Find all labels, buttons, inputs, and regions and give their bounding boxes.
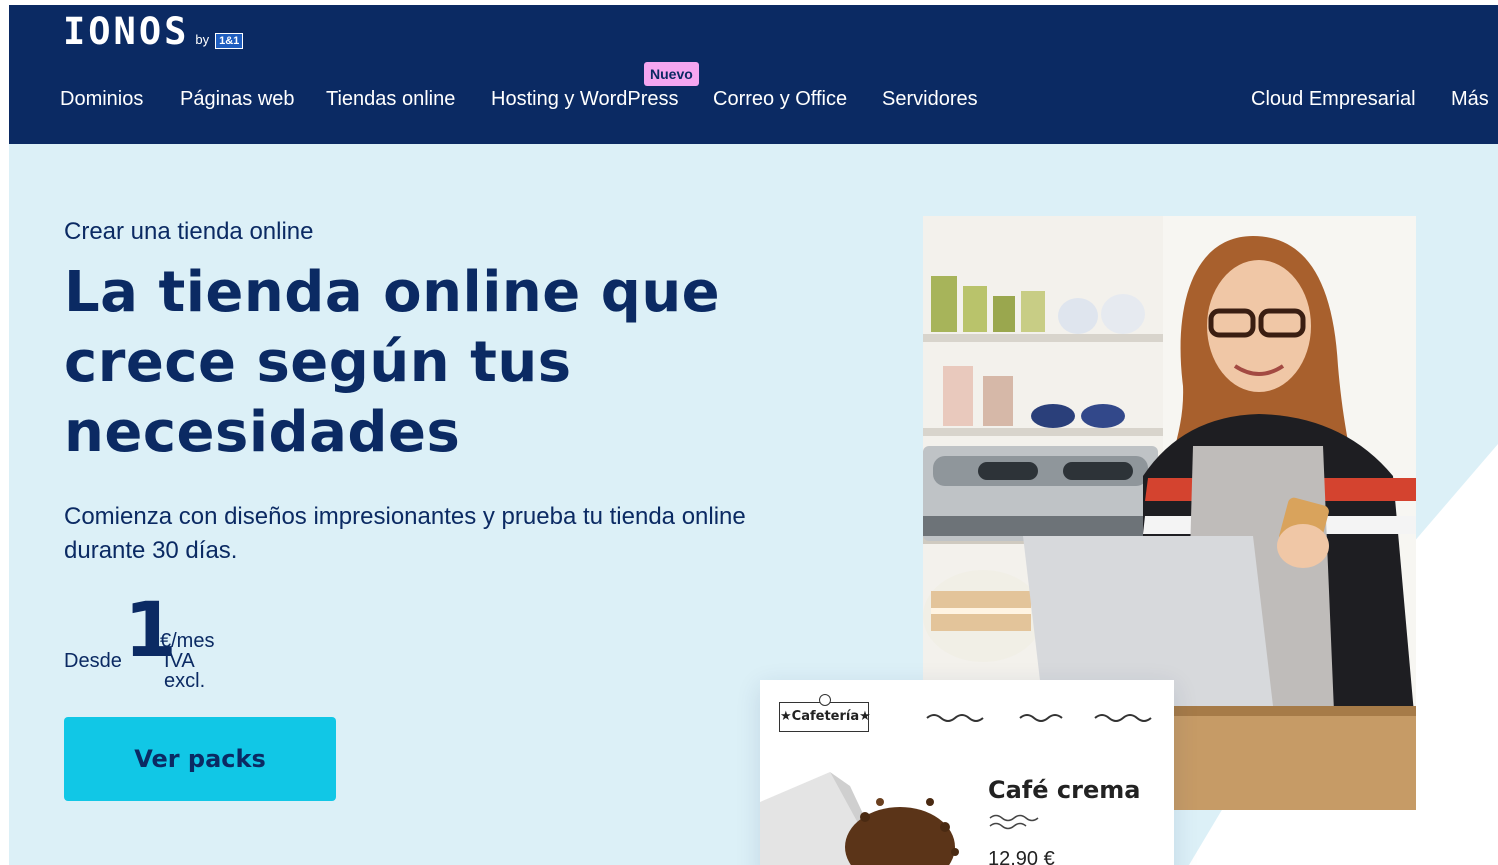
nav-hosting-wordpress[interactable]: Hosting y WordPress [491,87,678,111]
logo-brand-badge: 1&1 [215,33,244,49]
ver-packs-button[interactable]: Ver packs [64,717,336,801]
nav-cloud-empresarial[interactable]: Cloud Empresarial [1251,87,1416,111]
logo-wordmark: IONOS [63,10,190,53]
wave-decoration-icon [926,714,1152,722]
product-card: ★Cafetería★ Café crema 12,90 € [760,680,1174,865]
logo-by-text: by [195,32,210,47]
hero-eyebrow: Crear una tienda online [64,218,314,245]
cafeteria-logo-text: ★Cafetería★ [780,709,871,724]
page-frame: IONOS by 1&1 Dominios Páginas web Tienda… [9,5,1498,865]
hero-section: Crear una tienda online La tienda online… [9,144,1498,865]
nav-servidores[interactable]: Servidores [882,87,978,111]
wavy-lines-icon [989,814,1039,830]
price-unit: €/mes [160,630,215,652]
nuevo-badge: Nuevo [644,62,699,86]
nav-paginas-web[interactable]: Páginas web [180,87,295,111]
price-prefix: Desde [64,650,122,672]
nav-dominios[interactable]: Dominios [60,87,143,111]
product-price: 12,90 € [988,848,1055,865]
product-name: Café crema [988,776,1141,804]
cafeteria-logo-dot [819,694,831,706]
coffee-bag-image [760,772,959,865]
cafeteria-logo: ★Cafetería★ [779,694,871,732]
hero-headline: La tienda online que crece según tus nec… [64,260,721,465]
hero-subtext: Comienza con diseños impresionantes y pr… [64,503,746,564]
ionos-logo[interactable]: IONOS by 1&1 [63,10,244,53]
nav-correo-office[interactable]: Correo y Office [713,87,847,111]
top-navigation-bar: IONOS by 1&1 Dominios Páginas web Tienda… [9,5,1498,144]
nav-tiendas-online[interactable]: Tiendas online [326,87,455,111]
nav-mas[interactable]: Más [1451,87,1489,111]
price-tax-note: IVA excl. [164,650,206,692]
